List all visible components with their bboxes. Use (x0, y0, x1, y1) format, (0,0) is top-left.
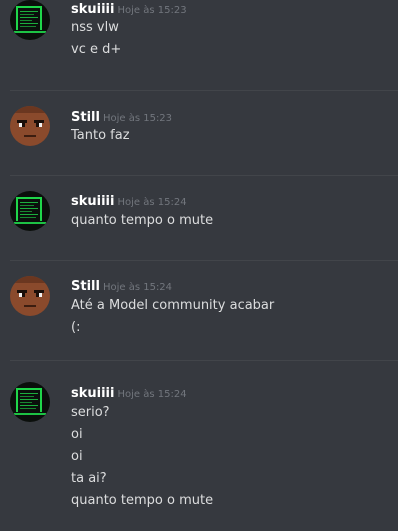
username[interactable]: Still (71, 279, 100, 294)
message-line: oi (71, 449, 83, 464)
username[interactable]: skuiiii (71, 386, 114, 401)
message-group: skuiiii Hoje às 15:23 nss vlw vc e d+ (0, 0, 398, 90)
message-content: quanto tempo o mute (71, 210, 213, 232)
message-group: Still Hoje às 15:24 Até a Model community… (0, 261, 398, 360)
message-header: skuiiii Hoje às 15:24 (71, 383, 187, 404)
message-content: Tanto faz (71, 125, 130, 147)
message-content: serio? oi oi ta ai? quanto tempo o mute (71, 402, 213, 512)
message-line: Tanto faz (71, 128, 130, 143)
message-line: (: (71, 320, 81, 335)
terminal-avatar-icon[interactable] (10, 382, 50, 422)
message-line: ta ai? (71, 471, 107, 486)
character-face-avatar-icon[interactable] (10, 106, 50, 146)
message-header: skuiiii Hoje às 15:24 (71, 191, 187, 212)
message-line: nss vlw (71, 20, 119, 35)
message-line: quanto tempo o mute (71, 493, 214, 508)
message-line: vc e d+ (71, 42, 122, 57)
message-timestamp: Hoje às 15:24 (102, 282, 173, 293)
message-timestamp: Hoje às 15:23 (102, 113, 173, 124)
message-group: Still Hoje às 15:23 Tanto faz (0, 91, 398, 175)
message-line: oi (71, 427, 83, 442)
message-line: serio? (71, 405, 110, 420)
username[interactable]: skuiiii (71, 2, 114, 17)
message-timestamp: Hoje às 15:24 (117, 197, 187, 208)
terminal-avatar-icon[interactable] (10, 191, 50, 231)
message-content: nss vlw vc e d+ (71, 17, 121, 61)
message-line: Até a Model community acabar (71, 298, 275, 313)
message-line: quanto tempo o mute (71, 213, 214, 228)
username[interactable]: Still (71, 110, 100, 125)
message-timestamp: Hoje às 15:23 (117, 5, 187, 16)
chat-message-list: skuiiii Hoje às 15:23 nss vlw vc e d+ Sti… (0, 0, 398, 531)
username[interactable]: skuiiii (71, 194, 114, 209)
terminal-avatar-icon[interactable] (10, 0, 50, 40)
message-content: Até a Model community acabar (: (71, 295, 274, 339)
message-timestamp: Hoje às 15:24 (117, 389, 187, 400)
message-group: skuiiii Hoje às 15:24 serio? oi oi ta ai?… (0, 361, 398, 531)
message-group: skuiiii Hoje às 15:24 quanto tempo o mute (0, 176, 398, 260)
character-face-avatar-icon[interactable] (10, 276, 50, 316)
message-header: Still Hoje às 15:24 (71, 276, 172, 297)
